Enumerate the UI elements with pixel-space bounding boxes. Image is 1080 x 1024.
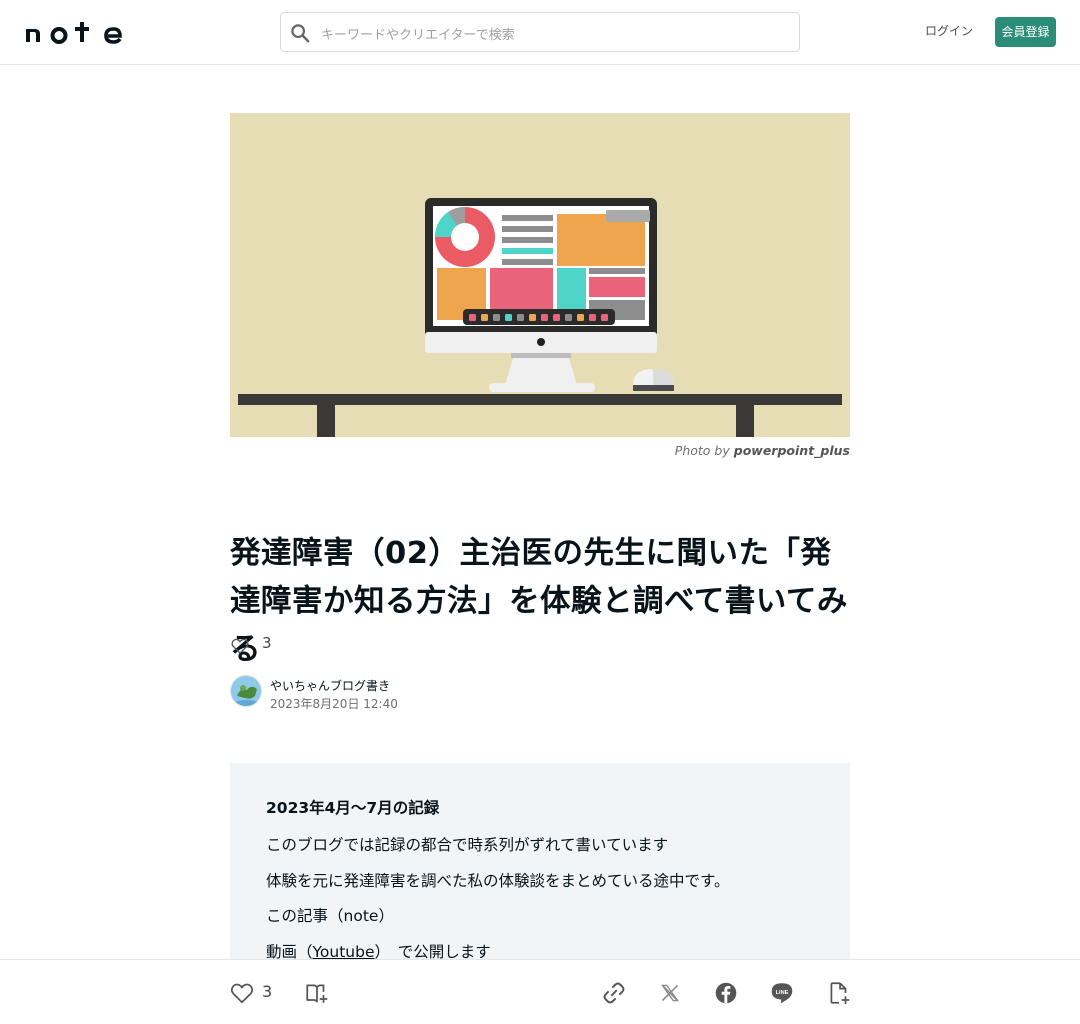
intro-text: この記事（: [266, 907, 344, 925]
search-icon: [291, 24, 310, 43]
search-placeholder[interactable]: キーワードやクリエイターで検索: [321, 24, 515, 43]
author-name[interactable]: やいちゃんブログ書き: [270, 677, 390, 694]
desk-illustration: [238, 198, 842, 437]
intro-text: ）: [378, 907, 394, 925]
search-box[interactable]: キーワードやクリエイターで検索: [280, 12, 800, 52]
note-link[interactable]: note: [344, 907, 379, 925]
top-header: キーワードやクリエイターで検索 ログイン 会員登録: [0, 0, 1080, 65]
photo-credit-prefix: Photo by: [674, 443, 730, 458]
signup-button[interactable]: 会員登録: [995, 17, 1056, 47]
x-icon[interactable]: [657, 980, 683, 1006]
intro-heading: 2023年4月～7月の記録: [266, 799, 440, 817]
login-link[interactable]: ログイン: [918, 22, 980, 39]
photo-credit: Photo by powerpoint_plus: [230, 443, 850, 458]
footer-like-count: 3: [262, 982, 273, 1001]
intro-line: 体験を元に発達障害を調べた私の体験談をまとめている途中です。: [266, 872, 730, 890]
avatar[interactable]: [230, 675, 262, 707]
magazine-add-icon[interactable]: [304, 980, 330, 1006]
intro-line: この記事（note）: [266, 904, 394, 926]
heart-icon[interactable]: [229, 980, 255, 1006]
photo-credit-name[interactable]: powerpoint_plus: [734, 443, 850, 458]
embed-icon[interactable]: [826, 980, 852, 1006]
line-icon[interactable]: LINE: [769, 980, 795, 1006]
action-bar: 3 LINE: [0, 959, 1080, 1024]
author-info[interactable]: やいちゃんブログ書き 2023年8月20日 12:40: [230, 675, 630, 711]
publish-date: 2023年8月20日 12:40: [270, 697, 398, 711]
intro-line: このブログでは記録の都合で時系列がずれて書いています: [266, 836, 669, 854]
hero-image: [230, 113, 850, 437]
note-logo[interactable]: [24, 20, 124, 44]
svg-text:LINE: LINE: [776, 990, 789, 996]
link-icon[interactable]: [601, 980, 627, 1006]
like-count: 3: [262, 634, 272, 652]
facebook-icon[interactable]: [713, 980, 739, 1006]
heart-icon[interactable]: [230, 636, 250, 656]
article-title: 発達障害（02）主治医の先生に聞いた「発達障害か知る方法」を体験と調べて書いてみ…: [230, 536, 848, 667]
